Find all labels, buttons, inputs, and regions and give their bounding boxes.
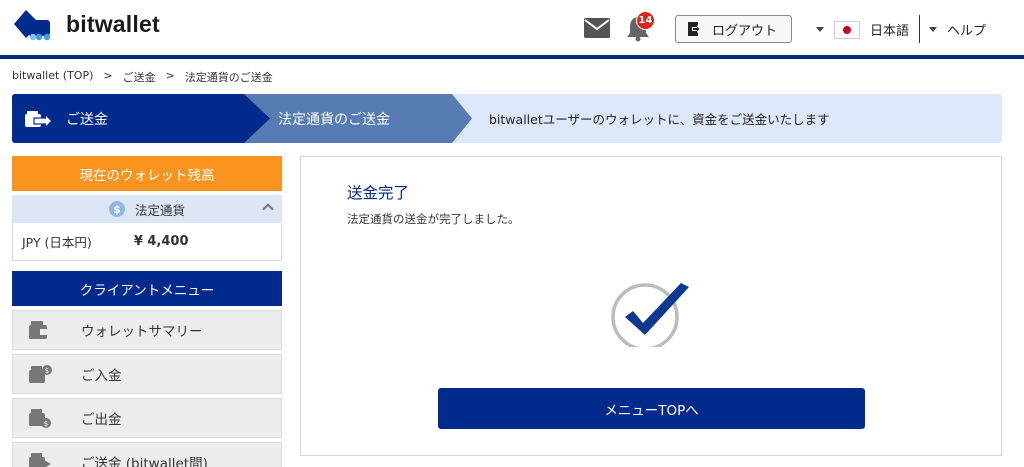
- step-fiat-send-label: 法定通貨のご送金: [278, 111, 390, 128]
- menu-item-deposit[interactable]: $ ご入金: [12, 354, 282, 394]
- step-send: ご送金: [12, 94, 270, 143]
- breadcrumb: bitwallet (TOP) > ご送金 > 法定通貨のご送金: [12, 69, 283, 85]
- help-menu[interactable]: ヘルプ: [929, 20, 986, 39]
- svg-text:$: $: [44, 420, 48, 428]
- wallet-transfer-icon: [29, 453, 51, 467]
- main-panel: 送金完了 法定通貨の送金が完了しました。 メニューTOPへ: [300, 156, 1002, 456]
- dollar-coin-icon: $: [108, 201, 125, 217]
- wallet-withdraw-icon: $: [29, 409, 51, 428]
- japan-flag-icon: [834, 20, 860, 39]
- menu-item-label: ご出金: [81, 412, 122, 428]
- menu-item-withdraw[interactable]: $ ご出金: [12, 398, 282, 438]
- completion-message: 法定通貨の送金が完了しました。: [347, 212, 520, 226]
- breadcrumb-top-link[interactable]: bitwallet (TOP): [12, 69, 93, 85]
- wallet-icon: [29, 321, 47, 339]
- breadcrumb-send-link[interactable]: ご送金: [123, 69, 156, 85]
- currency-label: 法定通貨: [134, 202, 185, 218]
- sidebar: 現在のウォレット残高 $ 法定通貨 JPY (日本円) ¥ 4,400 クライア…: [12, 156, 282, 467]
- fiat-currency-toggle[interactable]: $ 法定通貨: [12, 195, 282, 223]
- notification-badge[interactable]: 14: [636, 11, 655, 30]
- breadcrumb-separator: >: [165, 69, 175, 82]
- page-title: 送金完了: [347, 184, 410, 202]
- caret-down-icon: [929, 27, 937, 32]
- balance-row: JPY (日本円) ¥ 4,400: [12, 223, 282, 261]
- bitwallet-logo-icon: [14, 10, 51, 41]
- breadcrumb-current: 法定通貨のご送金: [184, 71, 273, 84]
- menu-item-wallet-summary[interactable]: ウォレットサマリー: [12, 310, 282, 350]
- menu-item-label: ウォレットサマリー: [81, 324, 203, 340]
- balance-currency: JPY (日本円): [22, 235, 92, 250]
- logout-label: ログアウト: [712, 23, 778, 39]
- logo-text: bitwallet: [66, 10, 160, 37]
- menu-item-transfer[interactable]: ご送金 (bitwallet間): [12, 442, 282, 467]
- logout-icon: [688, 22, 701, 36]
- language-selector[interactable]: 日本語: [816, 20, 909, 39]
- checkmark-icon: [611, 283, 689, 347]
- chevron-up-icon: [262, 203, 274, 215]
- wallet-deposit-icon: $: [29, 365, 52, 383]
- header: bitwallet 14 ログアウト 日本語 ヘルプ: [0, 0, 1024, 56]
- breadcrumb-separator: >: [103, 69, 113, 82]
- mail-icon[interactable]: [584, 18, 610, 38]
- wallet-send-icon: [25, 110, 51, 127]
- help-label: ヘルプ: [947, 24, 987, 39]
- header-divider: [919, 15, 920, 43]
- menu-top-button[interactable]: メニューTOPへ: [438, 388, 865, 429]
- logo[interactable]: bitwallet: [12, 6, 160, 42]
- language-label: 日本語: [870, 24, 910, 39]
- balance-amount: ¥ 4,400: [133, 234, 189, 249]
- header-divider-bar: [0, 55, 1024, 59]
- wallet-balance-heading: 現在のウォレット残高: [12, 156, 282, 191]
- svg-text:$: $: [45, 367, 49, 375]
- client-menu-heading: クライアントメニュー: [12, 271, 282, 306]
- menu-item-label: ご入金: [81, 368, 122, 384]
- menu-item-label: ご送金 (bitwallet間): [81, 456, 208, 467]
- logout-button[interactable]: ログアウト: [675, 15, 792, 43]
- step-send-label: ご送金: [66, 111, 108, 128]
- caret-down-icon: [816, 27, 824, 32]
- step-fiat-send: 法定通貨のご送金: [244, 94, 472, 143]
- step-banner: ご送金 法定通貨のご送金 bitwalletユーザーのウォレットに、資金をご送金…: [12, 94, 1002, 143]
- step-description: bitwalletユーザーのウォレットに、資金をご送金いたします: [489, 112, 830, 127]
